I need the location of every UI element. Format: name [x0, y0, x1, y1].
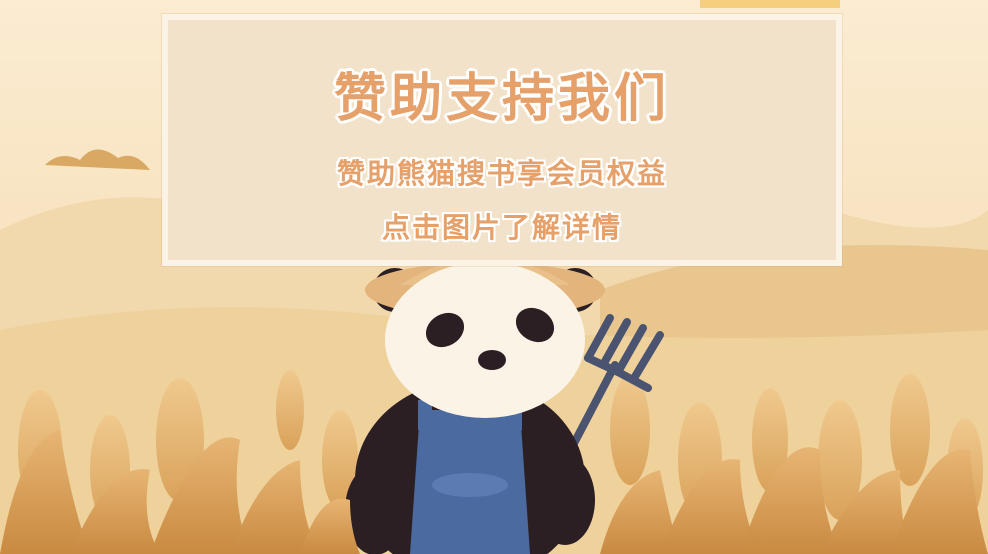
sun-patch: [700, 0, 840, 8]
banner-title: 赞助支持我们: [333, 69, 670, 129]
sponsor-card[interactable]: 赞助支持我们 赞助熊猫搜书享会员权益 点击图片了解详情: [162, 14, 842, 266]
banner-subtitle: 赞助熊猫搜书享会员权益: [336, 157, 667, 190]
banner-cta[interactable]: 点击图片了解详情: [168, 206, 836, 246]
